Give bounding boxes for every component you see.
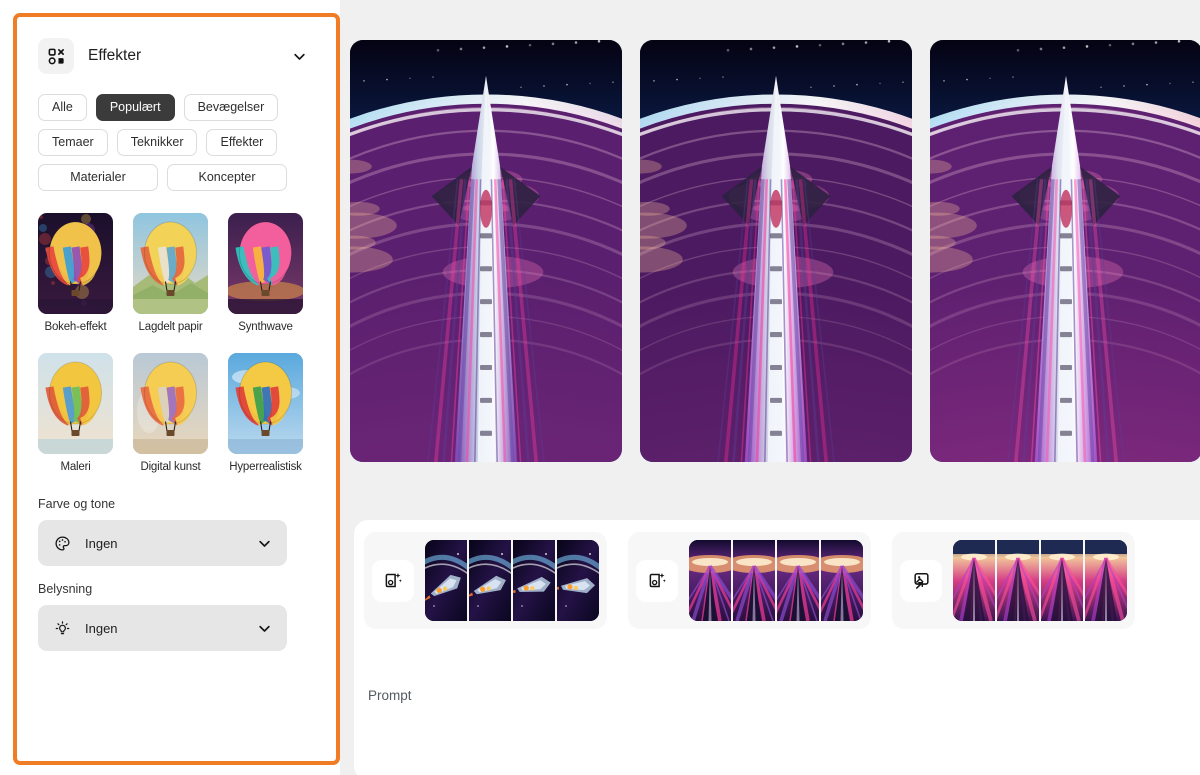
- lighting-group: Belysning Ingen: [38, 582, 287, 651]
- effects-grid-icon: [38, 38, 74, 74]
- history-group: [892, 532, 1135, 629]
- chip-temaer[interactable]: Temaer: [38, 129, 108, 156]
- app-root: Effekter Alle Populært Bevægelser Temaer Tek…: [0, 0, 1200, 775]
- color-and-tone-group: Farve og tone Ingen: [38, 497, 287, 566]
- generate-image-icon[interactable]: [636, 559, 678, 602]
- color-and-tone-value: Ingen: [85, 535, 118, 551]
- chevron-down-icon: [255, 534, 273, 552]
- panel-header: Effekter: [38, 34, 320, 78]
- history-thumbnail[interactable]: [469, 540, 511, 621]
- effect-thumbnail: [228, 353, 303, 454]
- chip-bev-gelser[interactable]: Bevægelser: [183, 94, 279, 121]
- effect-thumbnail: [38, 353, 113, 454]
- lighting-value: Ingen: [85, 620, 118, 636]
- chip-alle[interactable]: Alle: [38, 94, 87, 121]
- history-thumbnail[interactable]: [557, 540, 599, 621]
- chip-effekter[interactable]: Effekter: [206, 129, 278, 156]
- canvas-area: Prompt: [340, 0, 1200, 775]
- history-thumbnail[interactable]: [953, 540, 995, 621]
- effect-label: Lagdelt papir: [138, 321, 203, 333]
- history-thumbnail[interactable]: [513, 540, 555, 621]
- effect-category-chips: Alle Populært Bevægelser Temaer Teknikker Eff…: [38, 94, 287, 191]
- history-thumbnail[interactable]: [425, 540, 467, 621]
- history-thumbnails: [425, 540, 599, 621]
- chip-materialer[interactable]: Materialer: [38, 164, 158, 191]
- bottom-sheet: Prompt: [354, 520, 1200, 775]
- effect-label: Bokeh-effekt: [44, 321, 107, 333]
- effect-thumbnail: [133, 353, 208, 454]
- effect-label: Maleri: [60, 461, 91, 473]
- generation-history-strip: [364, 532, 1135, 629]
- history-thumbnail[interactable]: [997, 540, 1039, 621]
- effect-card[interactable]: Synthwave: [228, 213, 303, 333]
- chip-popul-rt[interactable]: Populært: [95, 94, 175, 121]
- result-image-2[interactable]: [640, 40, 912, 462]
- lightbulb-icon: [52, 618, 72, 638]
- history-thumbnail[interactable]: [821, 540, 863, 621]
- effect-label: Digital kunst: [140, 461, 201, 473]
- effect-thumbnail: [228, 213, 303, 314]
- image-to-image-icon[interactable]: [900, 559, 942, 602]
- color-and-tone-label: Farve og tone: [38, 497, 116, 511]
- chip-koncepter[interactable]: Koncepter: [167, 164, 287, 191]
- history-thumbnail[interactable]: [1041, 540, 1083, 621]
- history-group: [364, 532, 607, 629]
- effect-card[interactable]: Digital kunst: [133, 353, 208, 473]
- history-thumbnail[interactable]: [689, 540, 731, 621]
- color-and-tone-select[interactable]: Ingen: [38, 520, 287, 566]
- effect-card[interactable]: Bokeh-effekt: [38, 213, 113, 333]
- effect-label: Hyperrealistisk: [229, 461, 302, 473]
- effect-card[interactable]: Hyperrealistisk: [228, 353, 303, 473]
- result-image-1[interactable]: [350, 40, 622, 462]
- effects-grid: Bokeh-effekt Lagdelt papir Synthwave Mal…: [38, 213, 303, 473]
- prompt-input[interactable]: Prompt: [364, 645, 1200, 765]
- chip-teknikker[interactable]: Teknikker: [116, 129, 198, 156]
- effect-thumbnail: [133, 213, 208, 314]
- effect-thumbnail: [38, 213, 113, 314]
- history-thumbnail[interactable]: [777, 540, 819, 621]
- effect-label: Synthwave: [238, 321, 293, 333]
- chevron-down-icon[interactable]: [286, 43, 312, 69]
- history-thumbnails: [689, 540, 863, 621]
- chevron-down-icon: [255, 619, 273, 637]
- palette-icon: [52, 533, 72, 553]
- panel-title: Effekter: [88, 47, 142, 64]
- history-thumbnail[interactable]: [733, 540, 775, 621]
- lighting-label: Belysning: [38, 582, 93, 596]
- generated-results: [350, 40, 1200, 462]
- history-group: [628, 532, 871, 629]
- result-image-3[interactable]: [930, 40, 1200, 462]
- effect-card[interactable]: Maleri: [38, 353, 113, 473]
- lighting-select[interactable]: Ingen: [38, 605, 287, 651]
- history-thumbnails: [953, 540, 1127, 621]
- prompt-placeholder: Prompt: [368, 688, 412, 703]
- effects-sidebar: Effekter Alle Populært Bevægelser Temaer Tek…: [0, 0, 340, 775]
- history-thumbnail[interactable]: [1085, 540, 1127, 621]
- effect-card[interactable]: Lagdelt papir: [133, 213, 208, 333]
- generate-image-icon[interactable]: [372, 559, 414, 602]
